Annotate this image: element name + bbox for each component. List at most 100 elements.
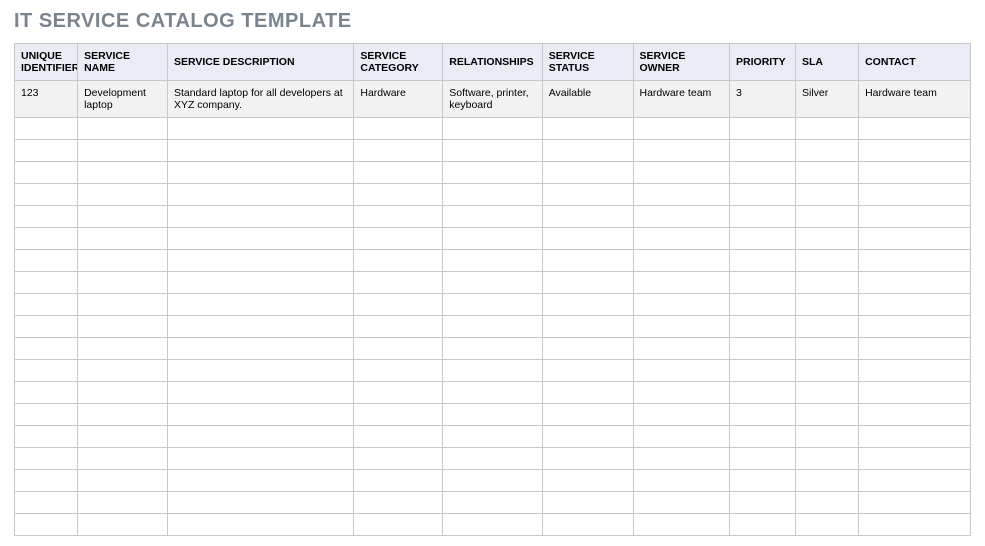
cell-contact[interactable] bbox=[859, 272, 971, 294]
cell-cat[interactable] bbox=[354, 140, 443, 162]
cell-id[interactable] bbox=[15, 316, 78, 338]
cell-prio[interactable] bbox=[730, 206, 796, 228]
cell-contact[interactable] bbox=[859, 492, 971, 514]
cell-prio[interactable]: 3 bbox=[730, 81, 796, 118]
cell-cat[interactable] bbox=[354, 118, 443, 140]
cell-id[interactable] bbox=[15, 360, 78, 382]
cell-rel[interactable] bbox=[443, 316, 542, 338]
cell-name[interactable] bbox=[78, 184, 168, 206]
cell-owner[interactable] bbox=[633, 294, 730, 316]
cell-prio[interactable] bbox=[730, 140, 796, 162]
cell-prio[interactable] bbox=[730, 470, 796, 492]
cell-id[interactable] bbox=[15, 514, 78, 536]
cell-owner[interactable] bbox=[633, 404, 730, 426]
cell-id[interactable] bbox=[15, 162, 78, 184]
cell-sla[interactable] bbox=[796, 382, 859, 404]
cell-contact[interactable] bbox=[859, 294, 971, 316]
cell-prio[interactable] bbox=[730, 382, 796, 404]
cell-cat[interactable] bbox=[354, 382, 443, 404]
cell-contact[interactable]: Hardware team bbox=[859, 81, 971, 118]
cell-name[interactable] bbox=[78, 118, 168, 140]
cell-contact[interactable] bbox=[859, 140, 971, 162]
cell-rel[interactable] bbox=[443, 382, 542, 404]
cell-cat[interactable] bbox=[354, 338, 443, 360]
cell-status[interactable] bbox=[542, 206, 633, 228]
cell-owner[interactable] bbox=[633, 272, 730, 294]
cell-name[interactable] bbox=[78, 382, 168, 404]
cell-contact[interactable] bbox=[859, 184, 971, 206]
cell-desc[interactable] bbox=[167, 228, 353, 250]
cell-prio[interactable] bbox=[730, 162, 796, 184]
cell-prio[interactable] bbox=[730, 272, 796, 294]
cell-desc[interactable] bbox=[167, 514, 353, 536]
cell-sla[interactable] bbox=[796, 184, 859, 206]
cell-status[interactable] bbox=[542, 140, 633, 162]
cell-rel[interactable] bbox=[443, 118, 542, 140]
cell-owner[interactable] bbox=[633, 162, 730, 184]
cell-rel[interactable] bbox=[443, 404, 542, 426]
cell-cat[interactable] bbox=[354, 492, 443, 514]
cell-sla[interactable] bbox=[796, 492, 859, 514]
cell-name[interactable] bbox=[78, 426, 168, 448]
cell-cat[interactable] bbox=[354, 316, 443, 338]
cell-owner[interactable] bbox=[633, 228, 730, 250]
cell-cat[interactable] bbox=[354, 272, 443, 294]
cell-owner[interactable] bbox=[633, 250, 730, 272]
cell-rel[interactable] bbox=[443, 184, 542, 206]
cell-contact[interactable] bbox=[859, 250, 971, 272]
cell-contact[interactable] bbox=[859, 470, 971, 492]
cell-prio[interactable] bbox=[730, 338, 796, 360]
cell-id[interactable] bbox=[15, 140, 78, 162]
cell-cat[interactable] bbox=[354, 294, 443, 316]
cell-id[interactable]: 123 bbox=[15, 81, 78, 118]
cell-id[interactable] bbox=[15, 272, 78, 294]
cell-rel[interactable] bbox=[443, 162, 542, 184]
cell-id[interactable] bbox=[15, 228, 78, 250]
cell-name[interactable] bbox=[78, 514, 168, 536]
cell-id[interactable] bbox=[15, 294, 78, 316]
cell-name[interactable] bbox=[78, 162, 168, 184]
cell-prio[interactable] bbox=[730, 184, 796, 206]
cell-owner[interactable] bbox=[633, 448, 730, 470]
cell-status[interactable] bbox=[542, 492, 633, 514]
cell-contact[interactable] bbox=[859, 514, 971, 536]
cell-id[interactable] bbox=[15, 118, 78, 140]
cell-cat[interactable] bbox=[354, 404, 443, 426]
cell-owner[interactable] bbox=[633, 316, 730, 338]
cell-sla[interactable] bbox=[796, 140, 859, 162]
cell-sla[interactable] bbox=[796, 404, 859, 426]
cell-id[interactable] bbox=[15, 206, 78, 228]
cell-rel[interactable] bbox=[443, 250, 542, 272]
cell-status[interactable] bbox=[542, 118, 633, 140]
cell-status[interactable] bbox=[542, 272, 633, 294]
cell-desc[interactable] bbox=[167, 250, 353, 272]
cell-status[interactable] bbox=[542, 162, 633, 184]
cell-owner[interactable] bbox=[633, 118, 730, 140]
cell-rel[interactable] bbox=[443, 492, 542, 514]
cell-owner[interactable] bbox=[633, 492, 730, 514]
cell-name[interactable] bbox=[78, 448, 168, 470]
cell-desc[interactable] bbox=[167, 492, 353, 514]
cell-desc[interactable] bbox=[167, 162, 353, 184]
cell-prio[interactable] bbox=[730, 448, 796, 470]
cell-rel[interactable]: Software, printer, keyboard bbox=[443, 81, 542, 118]
cell-name[interactable] bbox=[78, 360, 168, 382]
cell-contact[interactable] bbox=[859, 162, 971, 184]
cell-contact[interactable] bbox=[859, 360, 971, 382]
cell-name[interactable] bbox=[78, 140, 168, 162]
cell-status[interactable] bbox=[542, 514, 633, 536]
cell-name[interactable] bbox=[78, 316, 168, 338]
cell-name[interactable] bbox=[78, 294, 168, 316]
cell-status[interactable] bbox=[542, 360, 633, 382]
cell-desc[interactable] bbox=[167, 206, 353, 228]
cell-status[interactable] bbox=[542, 382, 633, 404]
cell-id[interactable] bbox=[15, 492, 78, 514]
cell-owner[interactable] bbox=[633, 360, 730, 382]
cell-id[interactable] bbox=[15, 448, 78, 470]
cell-status[interactable] bbox=[542, 228, 633, 250]
cell-status[interactable] bbox=[542, 184, 633, 206]
cell-contact[interactable] bbox=[859, 338, 971, 360]
cell-cat[interactable] bbox=[354, 360, 443, 382]
cell-rel[interactable] bbox=[443, 206, 542, 228]
cell-sla[interactable]: Silver bbox=[796, 81, 859, 118]
